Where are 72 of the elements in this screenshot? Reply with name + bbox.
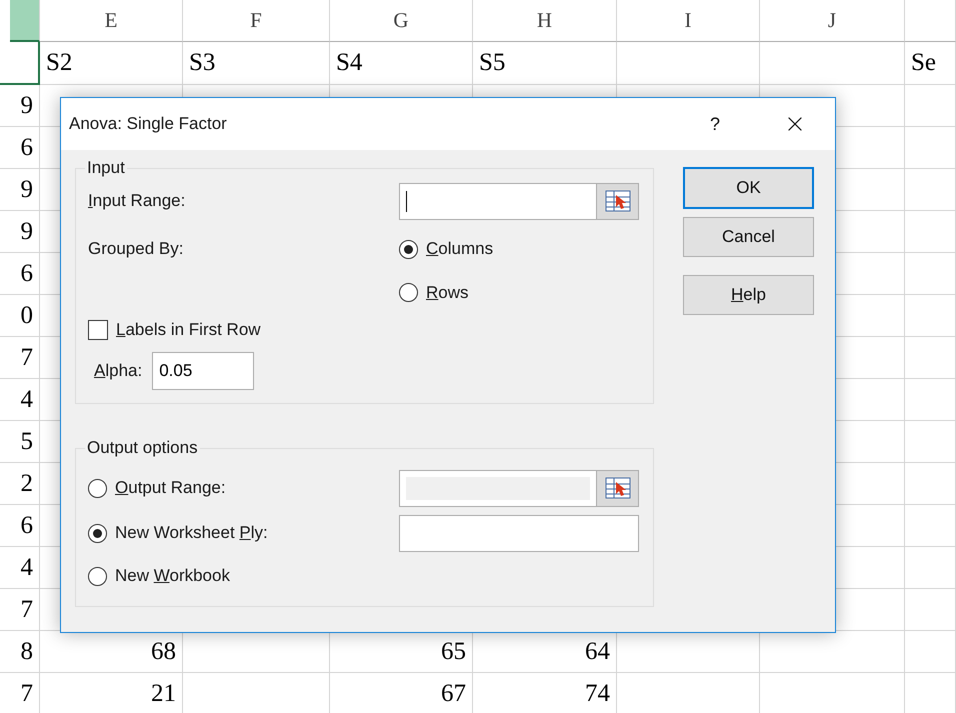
table-cell	[905, 211, 956, 253]
table-cell	[905, 295, 956, 337]
table-cell	[905, 589, 956, 631]
table-cell	[905, 169, 956, 211]
table-cell	[905, 337, 956, 379]
radio-button[interactable]	[88, 524, 107, 542]
table-cell: 7	[0, 673, 40, 713]
table-cell	[905, 85, 956, 127]
input-field[interactable]	[399, 514, 639, 552]
table-cell: 8	[0, 631, 40, 673]
table-cell: 21	[40, 673, 183, 713]
table-cell	[905, 631, 956, 673]
range-picker-icon	[604, 190, 630, 212]
checkbox-option[interactable]: Labels in First Row	[88, 320, 261, 340]
radio-button[interactable]	[88, 566, 107, 586]
dialog-title: Anova: Single Factor	[69, 114, 228, 134]
column-header[interactable]: F	[183, 0, 330, 42]
radio-option[interactable]: Output Range:	[88, 478, 226, 498]
table-cell: 0	[0, 295, 40, 337]
group-label: Input	[86, 158, 126, 178]
column-header[interactable]: I	[617, 0, 760, 42]
radio-option[interactable]: Columns	[399, 239, 494, 259]
field-label: Alpha:	[94, 361, 142, 381]
range-picker-button[interactable]	[597, 182, 639, 220]
input-field[interactable]	[399, 182, 597, 220]
table-cell: 6	[0, 253, 40, 295]
table-cell: S2	[40, 42, 183, 85]
table-cell: S5	[473, 42, 617, 85]
column-header[interactable]: E	[40, 0, 183, 42]
table-cell	[905, 127, 956, 169]
table-cell: 74	[473, 673, 617, 713]
table-cell: 5	[0, 421, 40, 463]
group-label: Output options	[86, 438, 199, 458]
checkbox[interactable]	[88, 320, 108, 340]
range-picker-icon	[604, 477, 630, 499]
table-cell: 6	[0, 127, 40, 169]
table-cell	[905, 421, 956, 463]
dialog-button[interactable]: OK	[683, 167, 814, 209]
table-cell	[905, 253, 956, 295]
table-cell: 4	[0, 547, 40, 589]
radio-option[interactable]: Rows	[399, 282, 469, 302]
table-cell: S3	[183, 42, 330, 85]
table-cell: 9	[0, 211, 40, 253]
dialog-button[interactable]: Help	[683, 275, 814, 315]
table-cell: 4	[0, 379, 40, 421]
column-header[interactable]	[10, 0, 40, 42]
table-cell: 67	[330, 673, 473, 713]
column-header[interactable]: H	[473, 0, 617, 42]
column-header[interactable]: J	[760, 0, 905, 42]
field-label: Input Range:	[88, 191, 186, 211]
table-cell: 7	[0, 589, 40, 631]
help-button[interactable]: ?	[675, 104, 755, 144]
table-cell: 7	[0, 337, 40, 379]
dialog-button[interactable]: Cancel	[683, 217, 814, 257]
radio-button[interactable]	[399, 283, 418, 302]
radio-option[interactable]: New Workbook	[88, 566, 230, 586]
field-label: Grouped By:	[88, 239, 184, 259]
table-cell: 9	[0, 85, 40, 127]
table-cell: 2	[0, 463, 40, 505]
column-header[interactable]: G	[330, 0, 473, 42]
alpha-field[interactable]: 0.05	[152, 352, 254, 390]
radio-button[interactable]	[399, 240, 418, 258]
radio-option[interactable]: New Worksheet Ply:	[88, 523, 268, 543]
table-cell: S4	[330, 42, 473, 85]
table-cell	[905, 547, 956, 589]
table-cell	[905, 505, 956, 547]
table-cell: 6	[0, 505, 40, 547]
table-cell: 9	[0, 169, 40, 211]
table-cell	[905, 463, 956, 505]
table-cell	[905, 379, 956, 421]
table-cell: Se	[905, 42, 956, 85]
radio-button[interactable]	[88, 478, 107, 498]
